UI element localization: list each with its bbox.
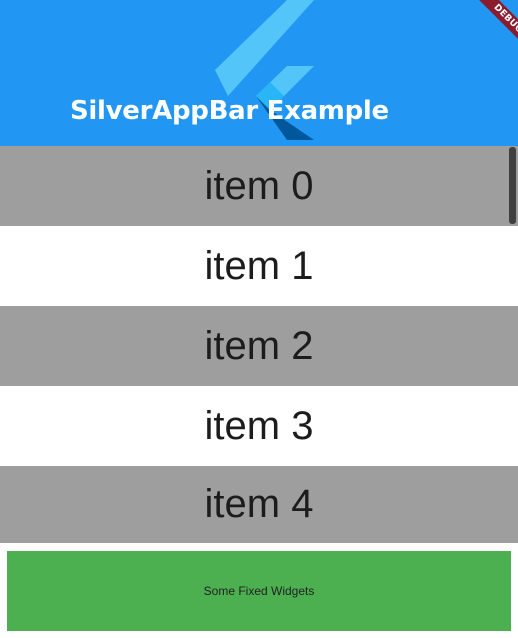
list-item[interactable]: item 2 xyxy=(0,306,518,386)
scrollbar-thumb[interactable] xyxy=(509,147,516,224)
item-list[interactable]: item 0 item 1 item 2 item 3 item 4 xyxy=(0,146,518,543)
debug-banner: DEBUG xyxy=(458,0,518,60)
list-item[interactable]: item 0 xyxy=(0,146,518,226)
list-item[interactable]: item 4 xyxy=(0,466,518,543)
app-bar-title: SilverAppBar Example xyxy=(70,96,389,126)
fixed-widgets-panel: Some Fixed Widgets xyxy=(7,551,511,631)
list-item[interactable]: item 3 xyxy=(0,386,518,466)
app-window: SilverAppBar Example DEBUG item 0 item 1… xyxy=(0,0,518,638)
debug-banner-label: DEBUG xyxy=(491,2,518,36)
list-item[interactable]: item 1 xyxy=(0,226,518,306)
list-item-label: item 3 xyxy=(204,403,314,448)
list-item-label: item 0 xyxy=(204,163,314,208)
sliver-app-bar: SilverAppBar Example DEBUG xyxy=(0,0,518,146)
list-item-label: item 2 xyxy=(204,323,314,368)
fixed-widgets-label: Some Fixed Widgets xyxy=(203,584,315,598)
list-item-label: item 1 xyxy=(204,243,314,288)
list-item-label: item 4 xyxy=(204,482,314,526)
